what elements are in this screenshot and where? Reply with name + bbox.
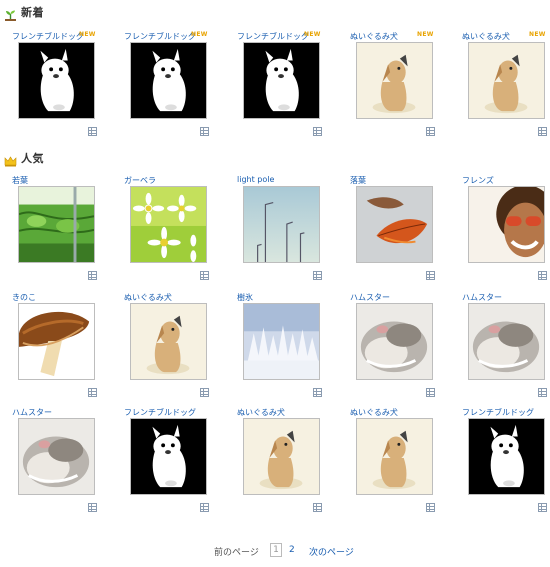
gallery-grid-icon[interactable] [538,121,547,136]
thumbnail-item: 樹氷 [225,292,337,402]
gallery-grid-icon[interactable] [538,265,547,280]
gallery-grid-icon[interactable] [313,382,322,397]
new-badge: NEW [417,31,434,38]
gallery-grid-icon[interactable] [538,382,547,397]
thumbnail-item: ぬいぐるみ犬 [338,407,450,517]
thumbnail-title-link[interactable]: ぬいぐるみ犬 [124,292,172,303]
gallery-grid-icon[interactable] [88,497,97,512]
new-badge: NEW [191,31,208,38]
thumbnail-image[interactable] [468,186,545,263]
new-section-title: 新着 [21,6,44,19]
thumbnail-title-link[interactable]: ぬいぐるみ犬 [350,31,398,42]
thumbnail-image[interactable] [243,418,320,495]
gallery-grid-icon[interactable] [313,265,322,280]
thumbnail-title-link[interactable]: light pole [237,175,274,184]
gallery-grid-icon[interactable] [200,497,209,512]
thumbnail-item: ハムスター [0,407,112,517]
thumbnail-title-link[interactable]: フレンチブルドッグ [124,407,196,418]
sprout-icon [4,6,17,21]
new-section-header: 新着 [4,4,44,21]
gallery-grid-icon[interactable] [200,121,209,136]
gallery-grid-icon[interactable] [88,265,97,280]
thumbnail-image[interactable] [468,418,545,495]
thumbnail-item: フレンズ [450,175,550,285]
popular-section-title: 人気 [21,152,44,165]
thumbnail-title-link[interactable]: ガーベラ [124,175,156,186]
current-page-number: 1 [270,543,282,557]
thumbnail-item: きのこ [0,292,112,402]
thumbnail-image[interactable] [130,186,207,263]
thumbnail-image[interactable] [243,186,320,263]
thumbnail-image[interactable] [18,42,95,119]
gallery-grid-icon[interactable] [538,497,547,512]
thumbnail-title-link[interactable]: フレンズ [462,175,494,186]
thumbnail-title-link[interactable]: 樹氷 [237,292,253,303]
gallery-grid-icon[interactable] [313,121,322,136]
thumbnail-item: ぬいぐるみ犬 NEW [338,31,450,141]
gallery-grid-icon[interactable] [426,121,435,136]
thumbnail-item: フレンチブルドッグ [450,407,550,517]
new-badge: NEW [529,31,546,38]
thumbnail-image[interactable] [356,303,433,380]
thumbnail-item: ぬいぐるみ犬 NEW [450,31,550,141]
thumbnail-item: ハムスター [338,292,450,402]
thumbnail-image[interactable] [130,418,207,495]
thumbnail-image[interactable] [18,186,95,263]
thumbnail-title-link[interactable]: 若葉 [12,175,28,186]
thumbnail-title-link[interactable]: ぬいぐるみ犬 [237,407,285,418]
thumbnail-image[interactable] [130,303,207,380]
gallery-grid-icon[interactable] [88,382,97,397]
thumbnail-item: フレンチブルドッグ NEW [0,31,112,141]
popular-section-header: 人気 [4,150,44,167]
thumbnail-title-link[interactable]: フレンチブルドッグ [124,31,196,42]
gallery-grid-icon[interactable] [88,121,97,136]
gallery-grid-icon[interactable] [200,265,209,280]
thumbnail-image[interactable] [243,42,320,119]
thumbnail-item: フレンチブルドッグ NEW [112,31,224,141]
thumbnail-title-link[interactable]: フレンチブルドッグ [12,31,84,42]
thumbnail-item: ハムスター [450,292,550,402]
thumbnail-item: 落葉 [338,175,450,285]
thumbnail-title-link[interactable]: ハムスター [462,292,502,303]
thumbnail-item: 若葉 [0,175,112,285]
thumbnail-title-link[interactable]: フレンチブルドッグ [237,31,309,42]
thumbnail-title-link[interactable]: ハムスター [12,407,52,418]
new-badge: NEW [79,31,96,38]
thumbnail-image[interactable] [468,42,545,119]
thumbnail-image[interactable] [18,303,95,380]
thumbnail-image[interactable] [243,303,320,380]
gallery-grid-icon[interactable] [313,497,322,512]
gallery-grid-icon[interactable] [426,265,435,280]
thumbnail-item: フレンチブルドッグ NEW [225,31,337,141]
pagination: 前のページ 1 2 次のページ [0,543,550,560]
thumbnail-item: ぬいぐるみ犬 [225,407,337,517]
new-badge: NEW [304,31,321,38]
thumbnail-title-link[interactable]: フレンチブルドッグ [462,407,534,418]
thumbnail-image[interactable] [356,186,433,263]
prev-page-label: 前のページ [214,548,259,558]
page-2-link[interactable]: 2 [289,545,295,555]
thumbnail-image[interactable] [468,303,545,380]
thumbnail-title-link[interactable]: ぬいぐるみ犬 [462,31,510,42]
thumbnail-image[interactable] [18,418,95,495]
gallery-grid-icon[interactable] [426,382,435,397]
thumbnail-item: フレンチブルドッグ [112,407,224,517]
thumbnail-image[interactable] [356,418,433,495]
thumbnail-image[interactable] [356,42,433,119]
crown-icon [4,152,17,167]
next-page-link[interactable]: 次のページ [309,545,354,558]
thumbnail-item: ガーベラ [112,175,224,285]
thumbnail-title-link[interactable]: ハムスター [350,292,390,303]
thumbnail-title-link[interactable]: 落葉 [350,175,366,186]
thumbnail-item: light pole [225,175,337,285]
gallery-grid-icon[interactable] [200,382,209,397]
thumbnail-title-link[interactable]: きのこ [12,292,36,303]
thumbnail-image[interactable] [130,42,207,119]
gallery-grid-icon[interactable] [426,497,435,512]
thumbnail-item: ぬいぐるみ犬 [112,292,224,402]
thumbnail-title-link[interactable]: ぬいぐるみ犬 [350,407,398,418]
